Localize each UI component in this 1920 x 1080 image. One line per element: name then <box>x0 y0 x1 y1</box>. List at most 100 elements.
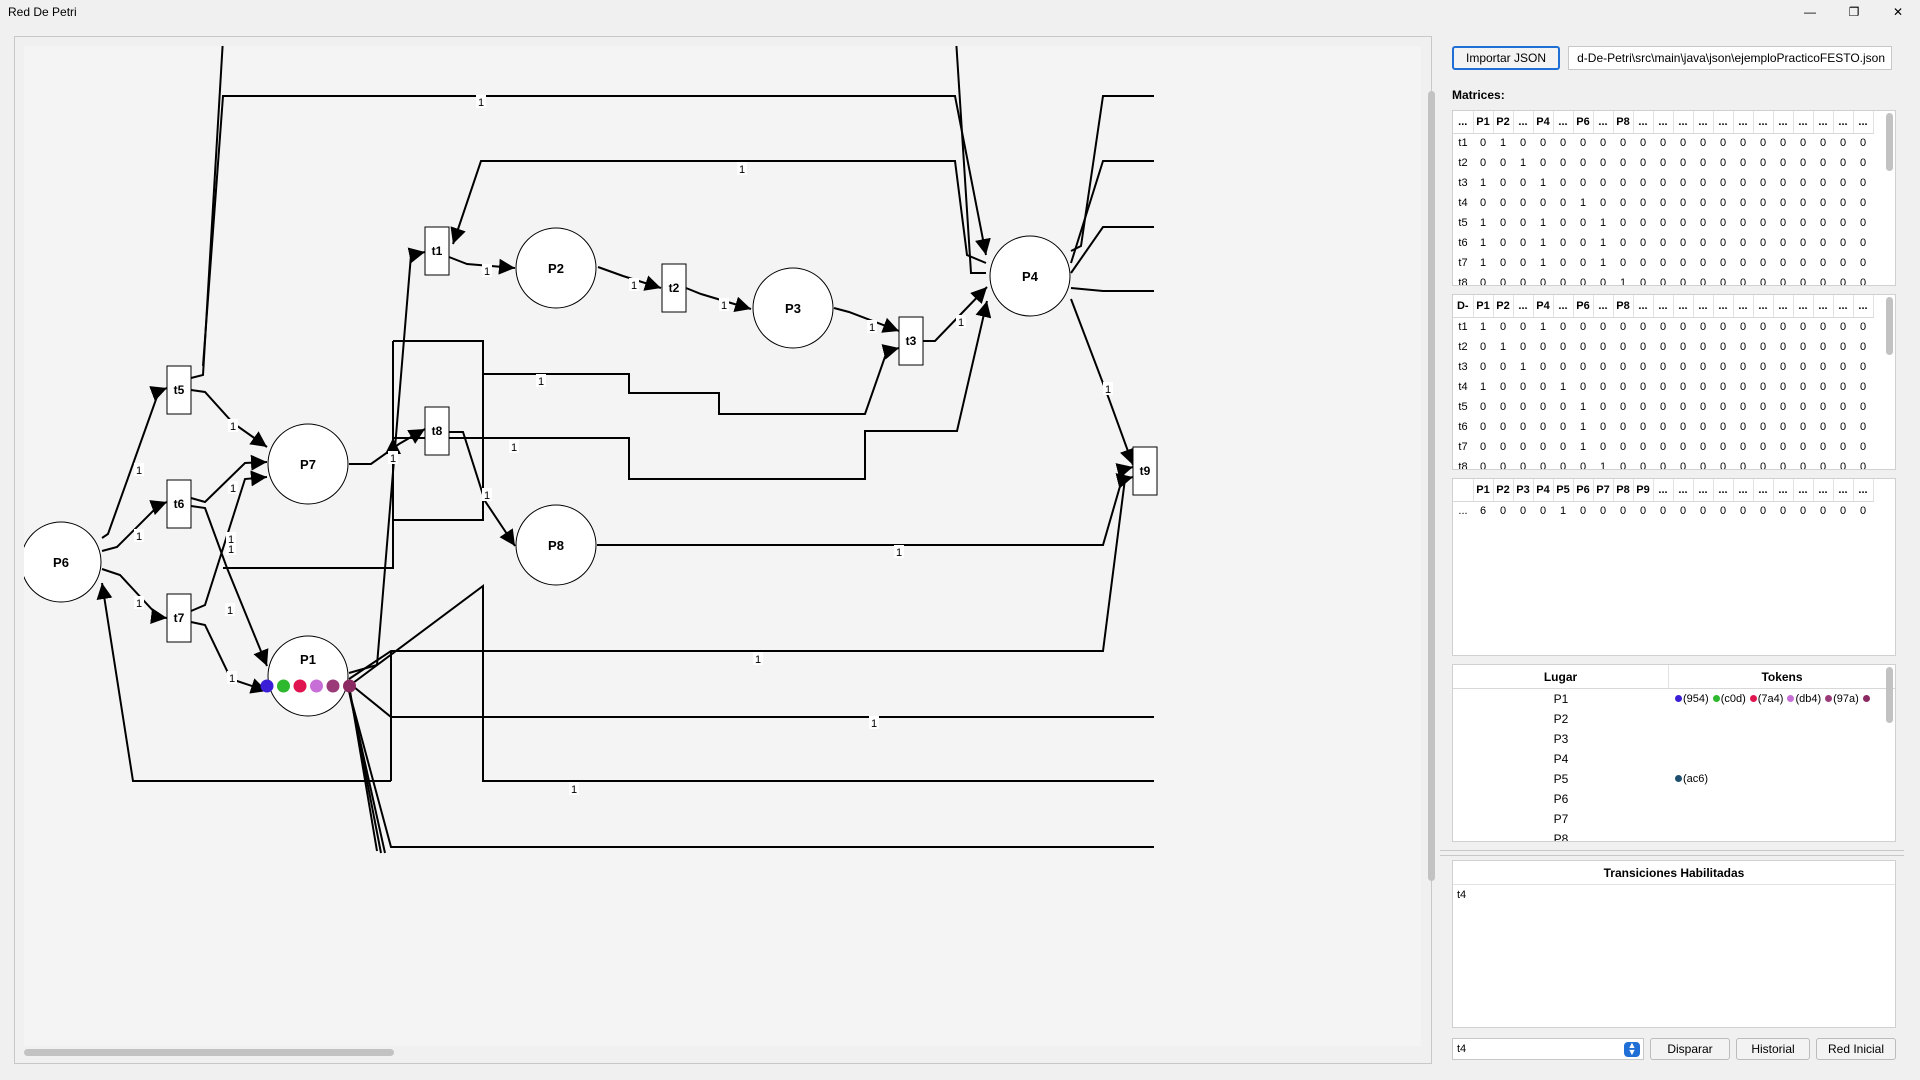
plus-matrix-col-header[interactable]: P4 <box>1533 111 1554 134</box>
place-p8[interactable]: P8 <box>515 504 597 586</box>
transition-t3[interactable]: t3 <box>898 316 924 366</box>
transition-t5[interactable]: t5 <box>166 365 192 415</box>
marking-matrix-col-header[interactable]: P6 <box>1573 479 1594 502</box>
marking-matrix-col-header[interactable]: ... <box>1853 479 1874 502</box>
token-row[interactable]: P1 (954) (c0d) (7a4) (db4) (97a) <box>1453 689 1895 709</box>
marking-matrix-col-header[interactable]: ... <box>1713 479 1734 502</box>
plus-matrix-col-header[interactable]: ... <box>1593 111 1614 134</box>
plus-matrix-col-header[interactable]: ... <box>1633 111 1654 134</box>
transition-t9[interactable]: t9 <box>1132 446 1158 496</box>
minus-matrix-row[interactable]: t3 0 0 1 0 0 0 0 0 0 0 0 0 0 0 0 0 0 0 0 0 <box>1453 357 1873 377</box>
plus-matrix-col-header[interactable]: ... <box>1653 111 1674 134</box>
canvas-vertical-scrollbar[interactable] <box>1427 51 1436 1051</box>
plus-matrix-col-header[interactable]: P1 <box>1473 111 1494 134</box>
minus-matrix-col-header[interactable]: ... <box>1793 295 1814 318</box>
plus-matrix-row[interactable]: t8 0 0 0 0 0 0 0 1 0 0 0 0 0 0 0 0 0 0 0 0 <box>1453 273 1873 285</box>
file-path-field[interactable]: d-De-Petri\src\main\java\json\ejemploPra… <box>1568 46 1892 70</box>
place-column-header[interactable]: Lugar <box>1453 665 1669 688</box>
minus-matrix-row[interactable]: t5 0 0 0 0 0 1 0 0 0 0 0 0 0 0 0 0 0 0 0 0 <box>1453 397 1873 417</box>
marking-matrix-col-header[interactable]: ... <box>1653 479 1674 502</box>
plus-matrix-row[interactable]: t3 1 0 0 1 0 0 0 0 0 0 0 0 0 0 0 0 0 0 0 0 <box>1453 173 1873 193</box>
tokens-scroll-thumb[interactable] <box>1886 667 1893 723</box>
marking-matrix-col-header[interactable]: P4 <box>1533 479 1554 502</box>
minus-matrix-col-header[interactable]: ... <box>1693 295 1714 318</box>
plus-matrix-row[interactable]: t6 1 0 0 1 0 0 1 0 0 0 0 0 0 0 0 0 0 0 0 0 <box>1453 233 1873 253</box>
marking-matrix-col-header[interactable]: ... <box>1833 479 1854 502</box>
incidence-plus-matrix[interactable]: ... P1 P2... P4... P6... P8..................… <box>1452 110 1896 286</box>
minimize-button[interactable]: — <box>1788 0 1832 24</box>
plus-matrix-col-header[interactable]: ... <box>1833 111 1854 134</box>
restore-button[interactable]: ❐ <box>1832 0 1876 24</box>
marking-matrix-col-header[interactable]: ... <box>1673 479 1694 502</box>
enabled-transitions-list[interactable]: Transiciones Habilitadas t4 <box>1452 860 1896 1028</box>
minus-matrix-row[interactable]: t6 0 0 0 0 0 1 0 0 0 0 0 0 0 0 0 0 0 0 0 0 <box>1453 417 1873 437</box>
place-p2[interactable]: P2 <box>515 227 597 309</box>
minus-matrix-scroll-thumb[interactable] <box>1886 297 1893 355</box>
token-row[interactable]: P5 (ac6) <box>1453 769 1895 789</box>
horizontal-scroll-thumb[interactable] <box>24 1049 394 1056</box>
token-row[interactable]: P7 <box>1453 809 1895 829</box>
close-button[interactable]: ✕ <box>1876 0 1920 24</box>
tokens-table[interactable]: Lugar Tokens P1 (954) (c0d) (7a4) (db4) (97a)… <box>1452 664 1896 842</box>
transition-t1[interactable]: t1 <box>424 226 450 276</box>
token-row[interactable]: P8 <box>1453 829 1895 841</box>
marking-matrix-col-header[interactable]: ... <box>1753 479 1774 502</box>
minus-matrix-col-header[interactable]: ... <box>1753 295 1774 318</box>
minus-matrix-col-header[interactable]: ... <box>1593 295 1614 318</box>
minus-matrix-row[interactable]: t2 0 1 0 0 0 0 0 0 0 0 0 0 0 0 0 0 0 0 0 0 <box>1453 337 1873 357</box>
transition-select[interactable]: t4 ▲ ▼ <box>1452 1038 1644 1060</box>
marking-matrix-col-header[interactable]: P1 <box>1473 479 1494 502</box>
marking-matrix-col-header[interactable]: ... <box>1773 479 1794 502</box>
minus-matrix-col-header[interactable]: ... <box>1773 295 1794 318</box>
minus-matrix-col-header[interactable]: ... <box>1713 295 1734 318</box>
plus-matrix-col-header[interactable]: ... <box>1513 111 1534 134</box>
canvas-horizontal-scrollbar[interactable] <box>24 1046 1421 1060</box>
transition-t8[interactable]: t8 <box>424 406 450 456</box>
plus-matrix-row[interactable]: t7 1 0 0 1 0 0 1 0 0 0 0 0 0 0 0 0 0 0 0 0 <box>1453 253 1873 273</box>
marking-matrix-col-header[interactable]: ... <box>1693 479 1714 502</box>
plus-matrix-col-header[interactable]: ... <box>1753 111 1774 134</box>
minus-matrix-col-header[interactable]: ... <box>1653 295 1674 318</box>
place-p6[interactable]: P6 <box>24 521 102 603</box>
vertical-scroll-thumb[interactable] <box>1428 91 1435 881</box>
transition-t7[interactable]: t7 <box>166 593 192 643</box>
fire-button[interactable]: Disparar <box>1650 1038 1730 1060</box>
transition-t2[interactable]: t2 <box>661 263 687 313</box>
spinner-arrows-icon[interactable]: ▲ ▼ <box>1624 1041 1640 1057</box>
marking-matrix-col-header[interactable]: ... <box>1793 479 1814 502</box>
marking-matrix-col-header[interactable]: ... <box>1813 479 1834 502</box>
minus-matrix-col-header[interactable]: ... <box>1833 295 1854 318</box>
minus-matrix-col-header[interactable]: ... <box>1553 295 1574 318</box>
marking-matrix-col-header[interactable]: P2 <box>1493 479 1514 502</box>
marking-matrix[interactable]: P1 P2 P3 P4 P5 P6 P7 P8 P9......................… <box>1452 478 1896 656</box>
token-row[interactable]: P3 <box>1453 729 1895 749</box>
plus-matrix-row[interactable]: t1 0 1 0 0 0 0 0 0 0 0 0 0 0 0 0 0 0 0 0 0 <box>1453 133 1873 153</box>
plus-matrix-col-header[interactable]: ... <box>1813 111 1834 134</box>
tokens-column-header[interactable]: Tokens <box>1669 665 1895 688</box>
marking-matrix-col-header[interactable]: P3 <box>1513 479 1534 502</box>
marking-matrix-col-header[interactable]: P7 <box>1593 479 1614 502</box>
minus-matrix-col-header[interactable]: ... <box>1733 295 1754 318</box>
place-p7[interactable]: P7 <box>267 423 349 505</box>
plus-matrix-col-header[interactable]: ... <box>1853 111 1874 134</box>
marking-matrix-col-header[interactable]: P5 <box>1553 479 1574 502</box>
minus-matrix-col-header[interactable]: P6 <box>1573 295 1594 318</box>
plus-matrix-col-header[interactable]: ... <box>1673 111 1694 134</box>
plus-matrix-col-header[interactable]: ... <box>1553 111 1574 134</box>
minus-matrix-row[interactable]: t4 1 0 0 0 1 0 0 0 0 0 0 0 0 0 0 0 0 0 0 0 <box>1453 377 1873 397</box>
token-row[interactable]: P6 <box>1453 789 1895 809</box>
plus-matrix-col-header[interactable]: P8 <box>1613 111 1634 134</box>
minus-matrix-row[interactable]: t7 0 0 0 0 0 1 0 0 0 0 0 0 0 0 0 0 0 0 0 0 <box>1453 437 1873 457</box>
minus-matrix-row[interactable]: t8 0 0 0 0 0 0 1 0 0 0 0 0 0 0 0 0 0 0 0 0 <box>1453 457 1873 469</box>
plus-matrix-col-header[interactable]: P2 <box>1493 111 1514 134</box>
plus-matrix-col-header[interactable]: ... <box>1733 111 1754 134</box>
minus-matrix-row[interactable]: t1 1 0 0 1 0 0 0 0 0 0 0 0 0 0 0 0 0 0 0 0 <box>1453 317 1873 337</box>
plus-matrix-col-header[interactable]: P6 <box>1573 111 1594 134</box>
minus-matrix-col-header[interactable]: P8 <box>1613 295 1634 318</box>
place-p1[interactable]: P1 <box>267 635 349 717</box>
minus-matrix-col-header[interactable]: ... <box>1633 295 1654 318</box>
plus-matrix-row[interactable]: t2 0 0 1 0 0 0 0 0 0 0 0 0 0 0 0 0 0 0 0 0 <box>1453 153 1873 173</box>
plus-matrix-row[interactable]: t4 0 0 0 0 0 1 0 0 0 0 0 0 0 0 0 0 0 0 0 0 <box>1453 193 1873 213</box>
minus-matrix-col-header[interactable]: P1 <box>1473 295 1494 318</box>
marking-matrix-col-header[interactable]: P8 <box>1613 479 1634 502</box>
